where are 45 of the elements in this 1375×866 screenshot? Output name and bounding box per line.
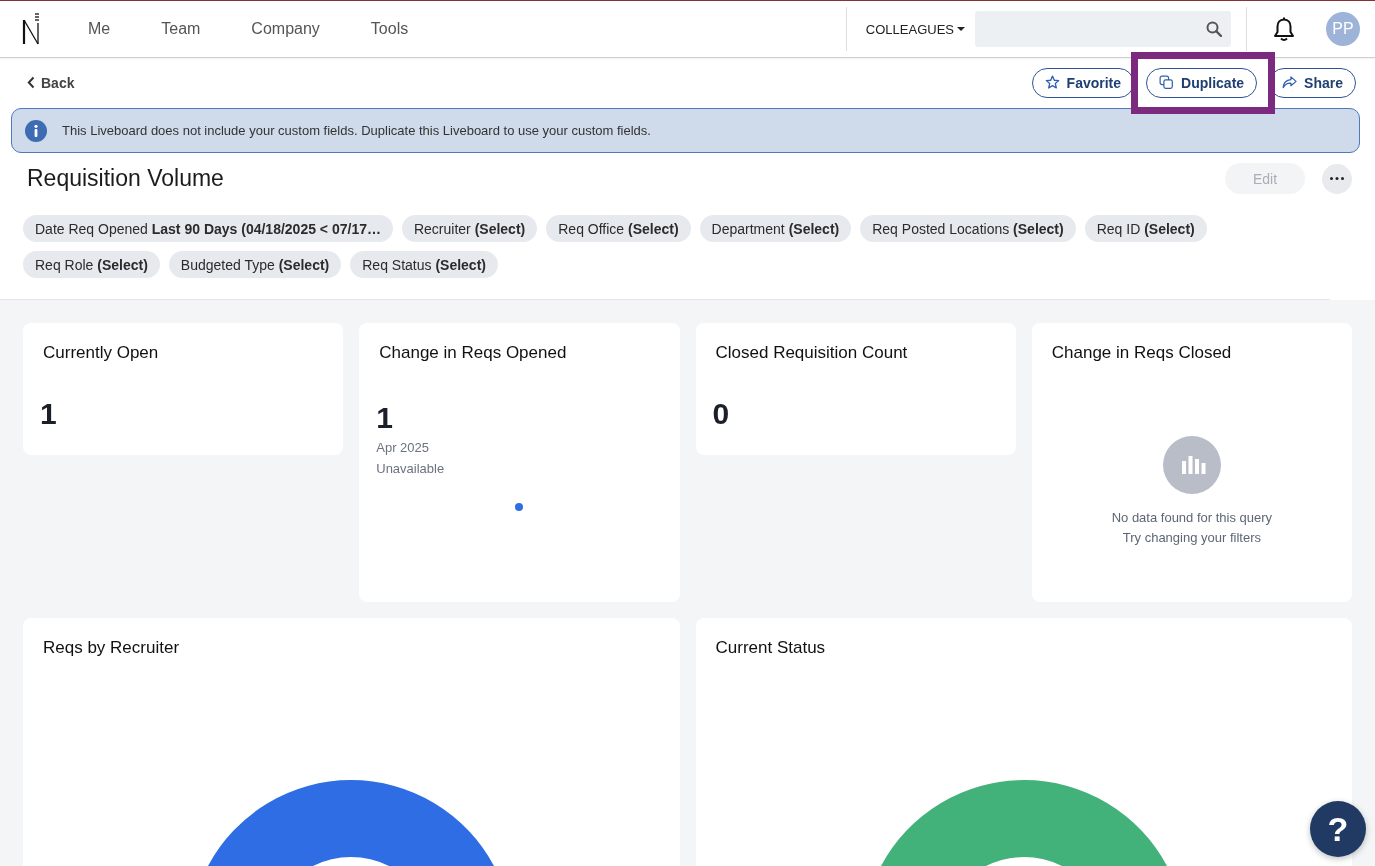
nav-link[interactable]: Tools xyxy=(370,20,409,38)
metric-value: 1 xyxy=(40,396,58,432)
duplicate-button[interactable]: Duplicate xyxy=(1146,67,1258,98)
search-field[interactable] xyxy=(975,11,1231,47)
metric-value: 1 xyxy=(376,400,394,436)
nav-link[interactable]: Team xyxy=(161,20,201,38)
data-point-icon xyxy=(515,503,524,511)
chevron-left-icon xyxy=(27,76,35,89)
more-icon xyxy=(1330,177,1344,180)
caret-icon xyxy=(957,27,965,31)
card-title: Reqs by Recruiter xyxy=(43,638,181,658)
period-label: Apr 2025 xyxy=(376,439,430,457)
filter-chip[interactable]: Req Office (Select) xyxy=(546,215,691,242)
card-title: Closed Requisition Count xyxy=(715,343,909,363)
filter-chip[interactable]: Department (Select) xyxy=(699,215,852,242)
filter-chip[interactable]: Req Role (Select) xyxy=(23,251,160,278)
nav-link[interactable]: Me xyxy=(88,20,111,38)
filter-chip[interactable]: Req Posted Locations (Select) xyxy=(860,215,1076,242)
search-icon xyxy=(1206,21,1222,37)
copy-icon xyxy=(1159,75,1175,90)
empty-message: No data found for this query xyxy=(1111,509,1273,527)
directory-dropdown[interactable]: COLLEAGUES xyxy=(865,21,965,37)
filter-chip[interactable]: Date Req Opened Last 90 Days (04/18/2025 < 07/17… xyxy=(23,215,393,242)
metric-value: 0 xyxy=(712,396,731,432)
bar-chart-icon xyxy=(1162,436,1221,494)
empty-hint: Try changing your filters xyxy=(1122,529,1261,547)
banner-message: This Liveboard does not include your custom fields. Duplicate this Liveboard to use your custom fields. xyxy=(62,123,651,138)
filter-chip[interactable]: Req Status (Select) xyxy=(350,251,498,278)
info-icon xyxy=(25,119,47,142)
share-icon xyxy=(1282,75,1298,90)
star-icon xyxy=(1044,75,1060,90)
card-title: Current Status xyxy=(715,638,827,658)
card-title: Change in Reqs Closed xyxy=(1051,343,1232,363)
bell-icon[interactable] xyxy=(1272,16,1296,42)
back-button[interactable]: Back xyxy=(27,74,75,91)
logo-icon[interactable] xyxy=(22,13,40,45)
filter-chip[interactable]: Recruiter (Select) xyxy=(401,215,538,242)
filter-chip[interactable]: Req ID (Select) xyxy=(1084,215,1207,242)
filter-chip[interactable]: Budgeted Type (Select) xyxy=(168,251,342,278)
card-title: Change in Reqs Opened xyxy=(379,343,568,363)
more-button[interactable] xyxy=(1322,163,1352,194)
comparison-label: Unavailable xyxy=(376,460,446,478)
liveboard-title: Requisition Volume xyxy=(27,165,224,192)
nav-link[interactable]: Company xyxy=(251,20,320,38)
card-title: Currently Open xyxy=(43,343,160,363)
